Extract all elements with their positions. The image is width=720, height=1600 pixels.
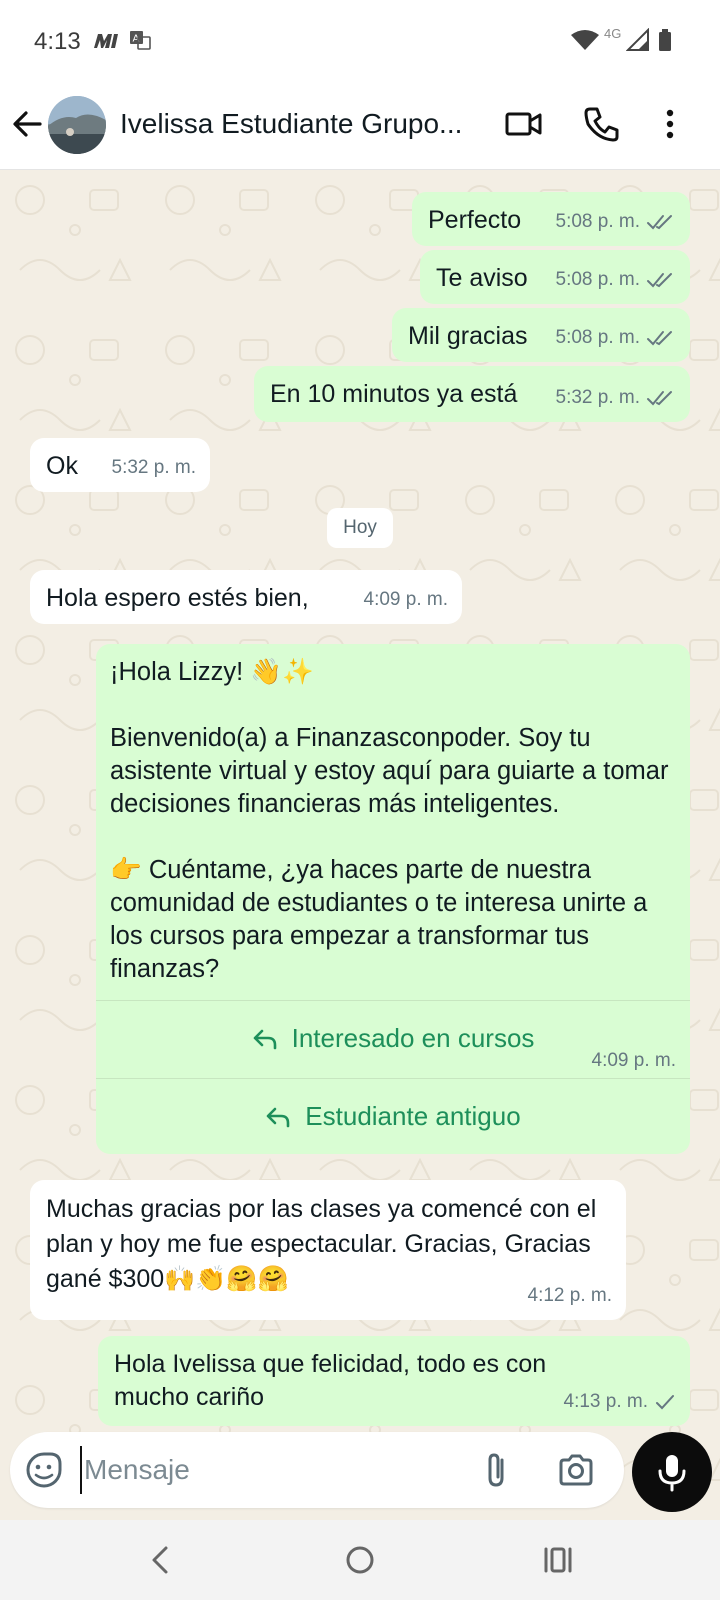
message-time: 5:32 p. m. <box>555 387 641 408</box>
battery-icon <box>659 29 671 51</box>
message-meta: 5:32 p. m. <box>556 381 677 414</box>
message-text: Mil gracias <box>408 322 528 350</box>
sticker-icon[interactable] <box>24 1450 64 1490</box>
camera-icon[interactable] <box>556 1450 596 1490</box>
message-composer[interactable] <box>10 1432 624 1508</box>
message-meta: 5:08 p. m. <box>556 263 677 296</box>
message-text: Hola espero estés bien, <box>46 584 309 612</box>
date-separator: Hoy <box>327 508 393 548</box>
message-bubble-incoming[interactable]: Ok 5:32 p. m. <box>30 438 210 492</box>
back-nav-icon[interactable] <box>142 1540 182 1580</box>
avatar[interactable] <box>48 96 106 154</box>
message-bubble-incoming[interactable]: Hola espero estés bien, 4:09 p. m. <box>30 570 462 624</box>
read-ticks-icon <box>647 272 672 287</box>
wifi-icon <box>571 30 599 50</box>
chat-header: Ivelissa Estudiante Grupo... <box>0 82 720 170</box>
signal-icon <box>626 28 649 51</box>
reply-icon <box>266 1107 290 1127</box>
message-input[interactable] <box>80 1446 480 1494</box>
sent-tick-icon <box>656 1394 674 1409</box>
message-time: 5:08 p. m. <box>555 269 641 290</box>
contact-name[interactable]: Ivelissa Estudiante Grupo... <box>120 108 480 140</box>
phone-icon[interactable] <box>582 104 622 144</box>
quick-reply-label: Interesado en cursos <box>291 1023 535 1053</box>
message-text: Ok <box>46 452 78 480</box>
message-text: Perfecto <box>428 206 522 234</box>
message-time: 5:08 p. m. <box>555 327 641 348</box>
message-bubble-outgoing-bot[interactable]: ¡Hola Lizzy! 👋✨ Bienvenido(a) a Finanzas… <box>96 644 690 1154</box>
message-meta: 5:08 p. m. <box>556 205 677 238</box>
attach-icon[interactable] <box>476 1450 516 1490</box>
message-text: Muchas gracias por las clases ya comencé… <box>46 1195 597 1293</box>
message-bubble-outgoing[interactable]: Te aviso 5:08 p. m. <box>420 250 690 304</box>
message-time: 4:09 p. m. <box>363 589 449 610</box>
message-text: Te aviso <box>436 264 528 292</box>
status-bar: 4:13 A 4G <box>0 0 720 82</box>
message-text: En 10 minutos ya está <box>270 380 518 408</box>
reply-icon <box>253 1029 276 1049</box>
message-time: 5:32 p. m. <box>111 457 197 478</box>
message-text: ¡Hola Lizzy! 👋✨ Bienvenido(a) a Finanzas… <box>110 658 669 983</box>
read-ticks-icon <box>647 330 672 345</box>
mic-button[interactable] <box>632 1432 712 1512</box>
message-time: 5:08 p. m. <box>555 211 641 232</box>
message-bubble-outgoing[interactable]: En 10 minutos ya está 5:32 p. m. <box>254 366 690 422</box>
system-nav-bar <box>0 1520 720 1600</box>
status-time: 4:13 <box>34 28 81 55</box>
message-text: Hola Ivelissa que felicidad, todo es con… <box>114 1350 547 1411</box>
translate-icon: A <box>130 31 151 50</box>
quick-reply-button[interactable]: Estudiante antiguo <box>96 1078 690 1154</box>
chat-area[interactable]: Perfecto 5:08 p. m. Te aviso 5:08 p. m. … <box>0 170 720 1522</box>
quick-reply-label: Estudiante antiguo <box>305 1101 521 1131</box>
message-bubble-outgoing[interactable]: Hola Ivelissa que felicidad, todo es con… <box>98 1336 690 1426</box>
read-ticks-icon <box>647 214 672 229</box>
read-ticks-icon <box>647 390 672 405</box>
message-meta: 4:09 p. m. <box>364 583 449 616</box>
m-app-icon <box>94 34 118 48</box>
message-time: 4:13 p. m. <box>563 1391 649 1412</box>
message-meta: 4:13 p. m. <box>564 1385 677 1418</box>
message-time: 4:12 p. m. <box>527 1285 613 1306</box>
message-bubble-outgoing[interactable]: Mil gracias 5:08 p. m. <box>392 308 690 362</box>
video-call-icon[interactable] <box>504 104 544 144</box>
home-nav-icon[interactable] <box>340 1540 380 1580</box>
message-bubble-incoming[interactable]: Muchas gracias por las clases ya comencé… <box>30 1180 626 1320</box>
mic-icon <box>658 1455 686 1492</box>
avatar-image <box>48 96 106 154</box>
message-meta: 4:12 p. m. <box>528 1279 613 1312</box>
message-meta: 5:32 p. m. <box>112 451 197 484</box>
network-label: 4G <box>604 26 622 41</box>
recents-nav-icon[interactable] <box>538 1540 578 1580</box>
message-bubble-outgoing[interactable]: Perfecto 5:08 p. m. <box>412 192 690 246</box>
back-arrow-icon[interactable] <box>10 104 46 144</box>
more-vert-icon[interactable] <box>650 104 690 144</box>
message-meta: 5:08 p. m. <box>556 321 677 354</box>
quick-reply-button[interactable]: Interesado en cursos <box>96 1000 690 1076</box>
